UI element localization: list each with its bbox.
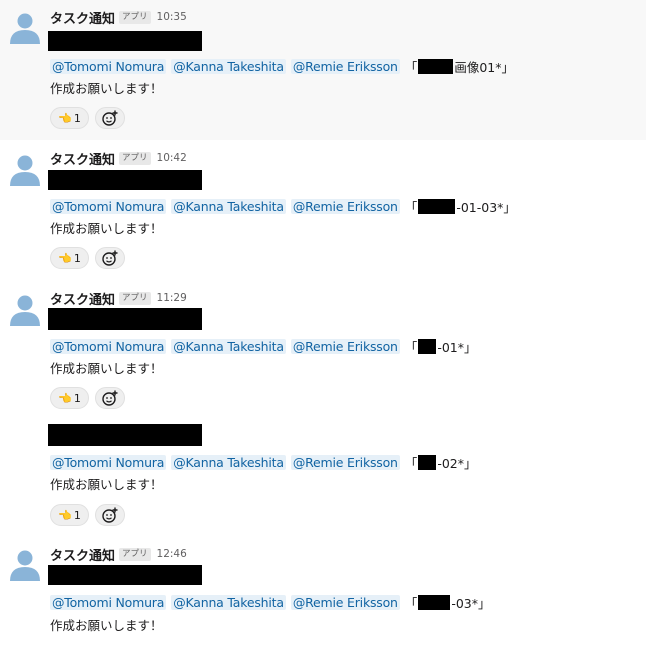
user-avatar-icon <box>10 295 40 326</box>
redacted-box <box>418 198 456 214</box>
message: タスク通知 アプリ 12:46 @Tomomi Nomura @Kanna Ta… <box>0 535 646 646</box>
reaction-count: 1 <box>73 251 81 265</box>
mention[interactable]: @Remie Eriksson <box>290 594 400 610</box>
mention[interactable]: @Tomomi Nomura <box>50 454 167 470</box>
avatar[interactable] <box>8 152 42 186</box>
message-body: 作成お願いします！ <box>50 477 163 492</box>
mention[interactable]: @Remie Eriksson <box>290 58 400 74</box>
message: @Tomomi Nomura @Kanna Takeshita @Remie E… <box>0 415 646 535</box>
message-body: 作成お願いします！ <box>50 618 163 633</box>
mention[interactable]: @Tomomi Nomura <box>50 338 167 354</box>
redacted-box <box>418 58 454 74</box>
add-reaction-icon <box>102 250 118 266</box>
bracket-open: 「 <box>404 339 418 355</box>
mention[interactable]: @Kanna Takeshita <box>171 594 286 610</box>
mention[interactable]: @Remie Eriksson <box>290 454 400 470</box>
timestamp[interactable]: 11:29 <box>157 292 187 304</box>
reaction-pill[interactable]: 👈 1 <box>50 504 89 526</box>
reference-text: -01-03*」 <box>456 199 516 215</box>
message-body: 作成お願いします！ <box>50 221 163 236</box>
add-reaction-icon <box>102 110 118 126</box>
add-reaction-button[interactable] <box>95 247 125 269</box>
add-reaction-icon <box>102 390 118 406</box>
message: タスク通知 アプリ 11:29 @Tomomi Nomura @Kanna Ta… <box>0 280 646 415</box>
timestamp[interactable]: 10:42 <box>157 152 187 164</box>
timestamp[interactable]: 12:46 <box>157 548 187 560</box>
app-badge: アプリ <box>119 547 151 561</box>
pointing-hand-icon: 👈 <box>58 508 72 522</box>
message: タスク通知 アプリ 10:35 @Tomomi Nomura @Kanna Ta… <box>0 0 646 140</box>
app-badge: アプリ <box>119 151 151 165</box>
mention[interactable]: @Tomomi Nomura <box>50 594 167 610</box>
pointing-hand-icon: 👈 <box>58 391 72 405</box>
app-badge: アプリ <box>119 10 151 24</box>
sender-name[interactable]: タスク通知 <box>50 289 115 308</box>
redacted-box <box>418 454 437 470</box>
reaction-count: 1 <box>73 391 81 405</box>
reference-text: -01*」 <box>437 339 477 355</box>
avatar[interactable] <box>8 292 42 326</box>
add-reaction-icon <box>102 507 118 523</box>
sender-name[interactable]: タスク通知 <box>50 8 115 27</box>
mention[interactable]: @Kanna Takeshita <box>171 338 286 354</box>
message-body: 作成お願いします！ <box>50 81 163 96</box>
user-avatar-icon <box>10 13 40 44</box>
user-avatar-icon <box>10 550 40 581</box>
mention[interactable]: @Tomomi Nomura <box>50 198 167 214</box>
sender-name[interactable]: タスク通知 <box>50 149 115 168</box>
app-badge: アプリ <box>119 291 151 305</box>
mention[interactable]: @Kanna Takeshita <box>171 198 286 214</box>
redacted-text <box>48 31 202 51</box>
reaction-pill[interactable]: 👈 1 <box>50 247 89 269</box>
bracket-open: 「 <box>404 199 418 215</box>
reference-text: -02*」 <box>437 455 477 471</box>
pointing-hand-icon: 👈 <box>58 251 72 265</box>
reference-text: 画像01*」 <box>454 59 514 75</box>
bracket-open: 「 <box>404 455 418 471</box>
redacted-text <box>48 565 202 585</box>
mention[interactable]: @Kanna Takeshita <box>171 58 286 74</box>
reaction-pill[interactable]: 👈 1 <box>50 387 89 409</box>
reaction-pill[interactable]: 👈 1 <box>50 107 89 129</box>
reaction-count: 1 <box>73 111 81 125</box>
timestamp[interactable]: 10:35 <box>157 11 187 23</box>
reaction-count: 1 <box>73 508 81 522</box>
bracket-open: 「 <box>404 59 418 75</box>
user-avatar-icon <box>10 155 40 186</box>
pointing-hand-icon: 👈 <box>58 111 72 125</box>
mention[interactable]: @Remie Eriksson <box>290 198 400 214</box>
message-body: 作成お願いします！ <box>50 361 163 376</box>
mention[interactable]: @Remie Eriksson <box>290 338 400 354</box>
avatar[interactable] <box>8 547 42 581</box>
redacted-box <box>418 594 451 610</box>
add-reaction-button[interactable] <box>95 107 125 129</box>
reference-text: -03*」 <box>451 595 491 611</box>
message: タスク通知 アプリ 10:42 @Tomomi Nomura @Kanna Ta… <box>0 140 646 280</box>
redacted-text <box>48 170 202 190</box>
redacted-box <box>418 338 437 354</box>
add-reaction-button[interactable] <box>95 387 125 409</box>
redacted-text <box>48 424 202 446</box>
add-reaction-button[interactable] <box>95 504 125 526</box>
sender-name[interactable]: タスク通知 <box>50 545 115 564</box>
bracket-open: 「 <box>404 595 418 611</box>
mention[interactable]: @Kanna Takeshita <box>171 454 286 470</box>
redacted-text <box>48 308 202 330</box>
mention[interactable]: @Tomomi Nomura <box>50 58 167 74</box>
avatar[interactable] <box>8 10 42 44</box>
